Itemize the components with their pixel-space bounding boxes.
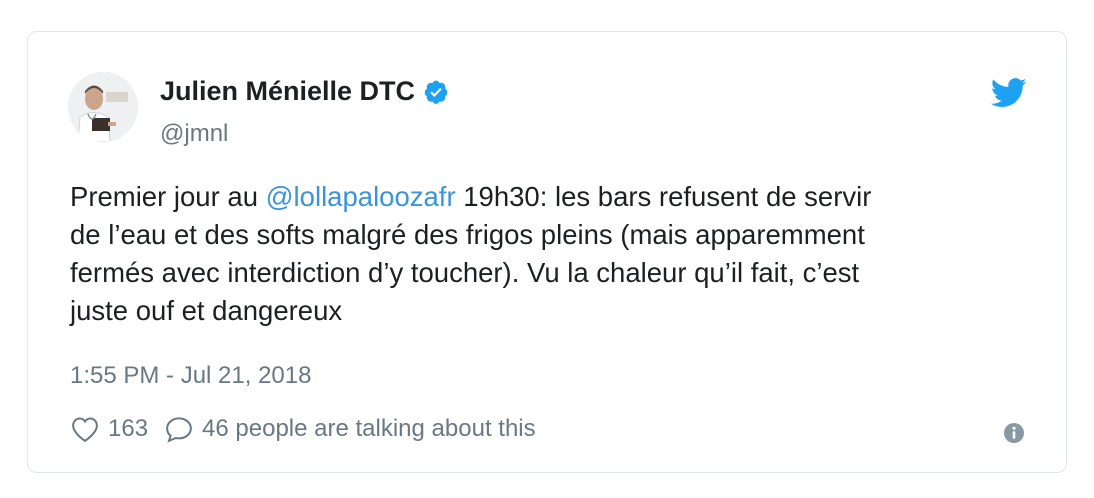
tweet-text-before: Premier jour au xyxy=(70,181,266,212)
author-handle[interactable]: @jmnl xyxy=(160,120,228,148)
tweet-text: Premier jour au @lollapaloozafr 19h30: l… xyxy=(70,178,1030,330)
timestamp-link[interactable]: 1:55 PM - Jul 21, 2018 xyxy=(70,362,311,390)
verified-badge-icon xyxy=(423,79,449,105)
author-name[interactable]: Julien Ménielle DTC xyxy=(160,76,415,107)
info-icon[interactable] xyxy=(1003,422,1025,444)
avatar-image xyxy=(68,72,138,142)
tweet-card: Julien Ménielle DTC @jmnl Premier jour a… xyxy=(27,31,1067,473)
like-button[interactable]: 163 xyxy=(70,415,148,443)
avatar[interactable] xyxy=(68,72,138,142)
reply-label: 46 people are talking about this xyxy=(202,415,536,442)
author-row: Julien Ménielle DTC xyxy=(160,76,449,107)
action-bar: 163 46 people are talking about this xyxy=(70,415,536,443)
speech-bubble-icon xyxy=(166,417,192,443)
twitter-bird-icon[interactable] xyxy=(990,78,1027,108)
heart-icon xyxy=(72,417,98,443)
mention-link[interactable]: @lollapaloozafr xyxy=(266,181,456,212)
reply-button[interactable]: 46 people are talking about this xyxy=(164,415,536,443)
like-count: 163 xyxy=(108,415,149,442)
